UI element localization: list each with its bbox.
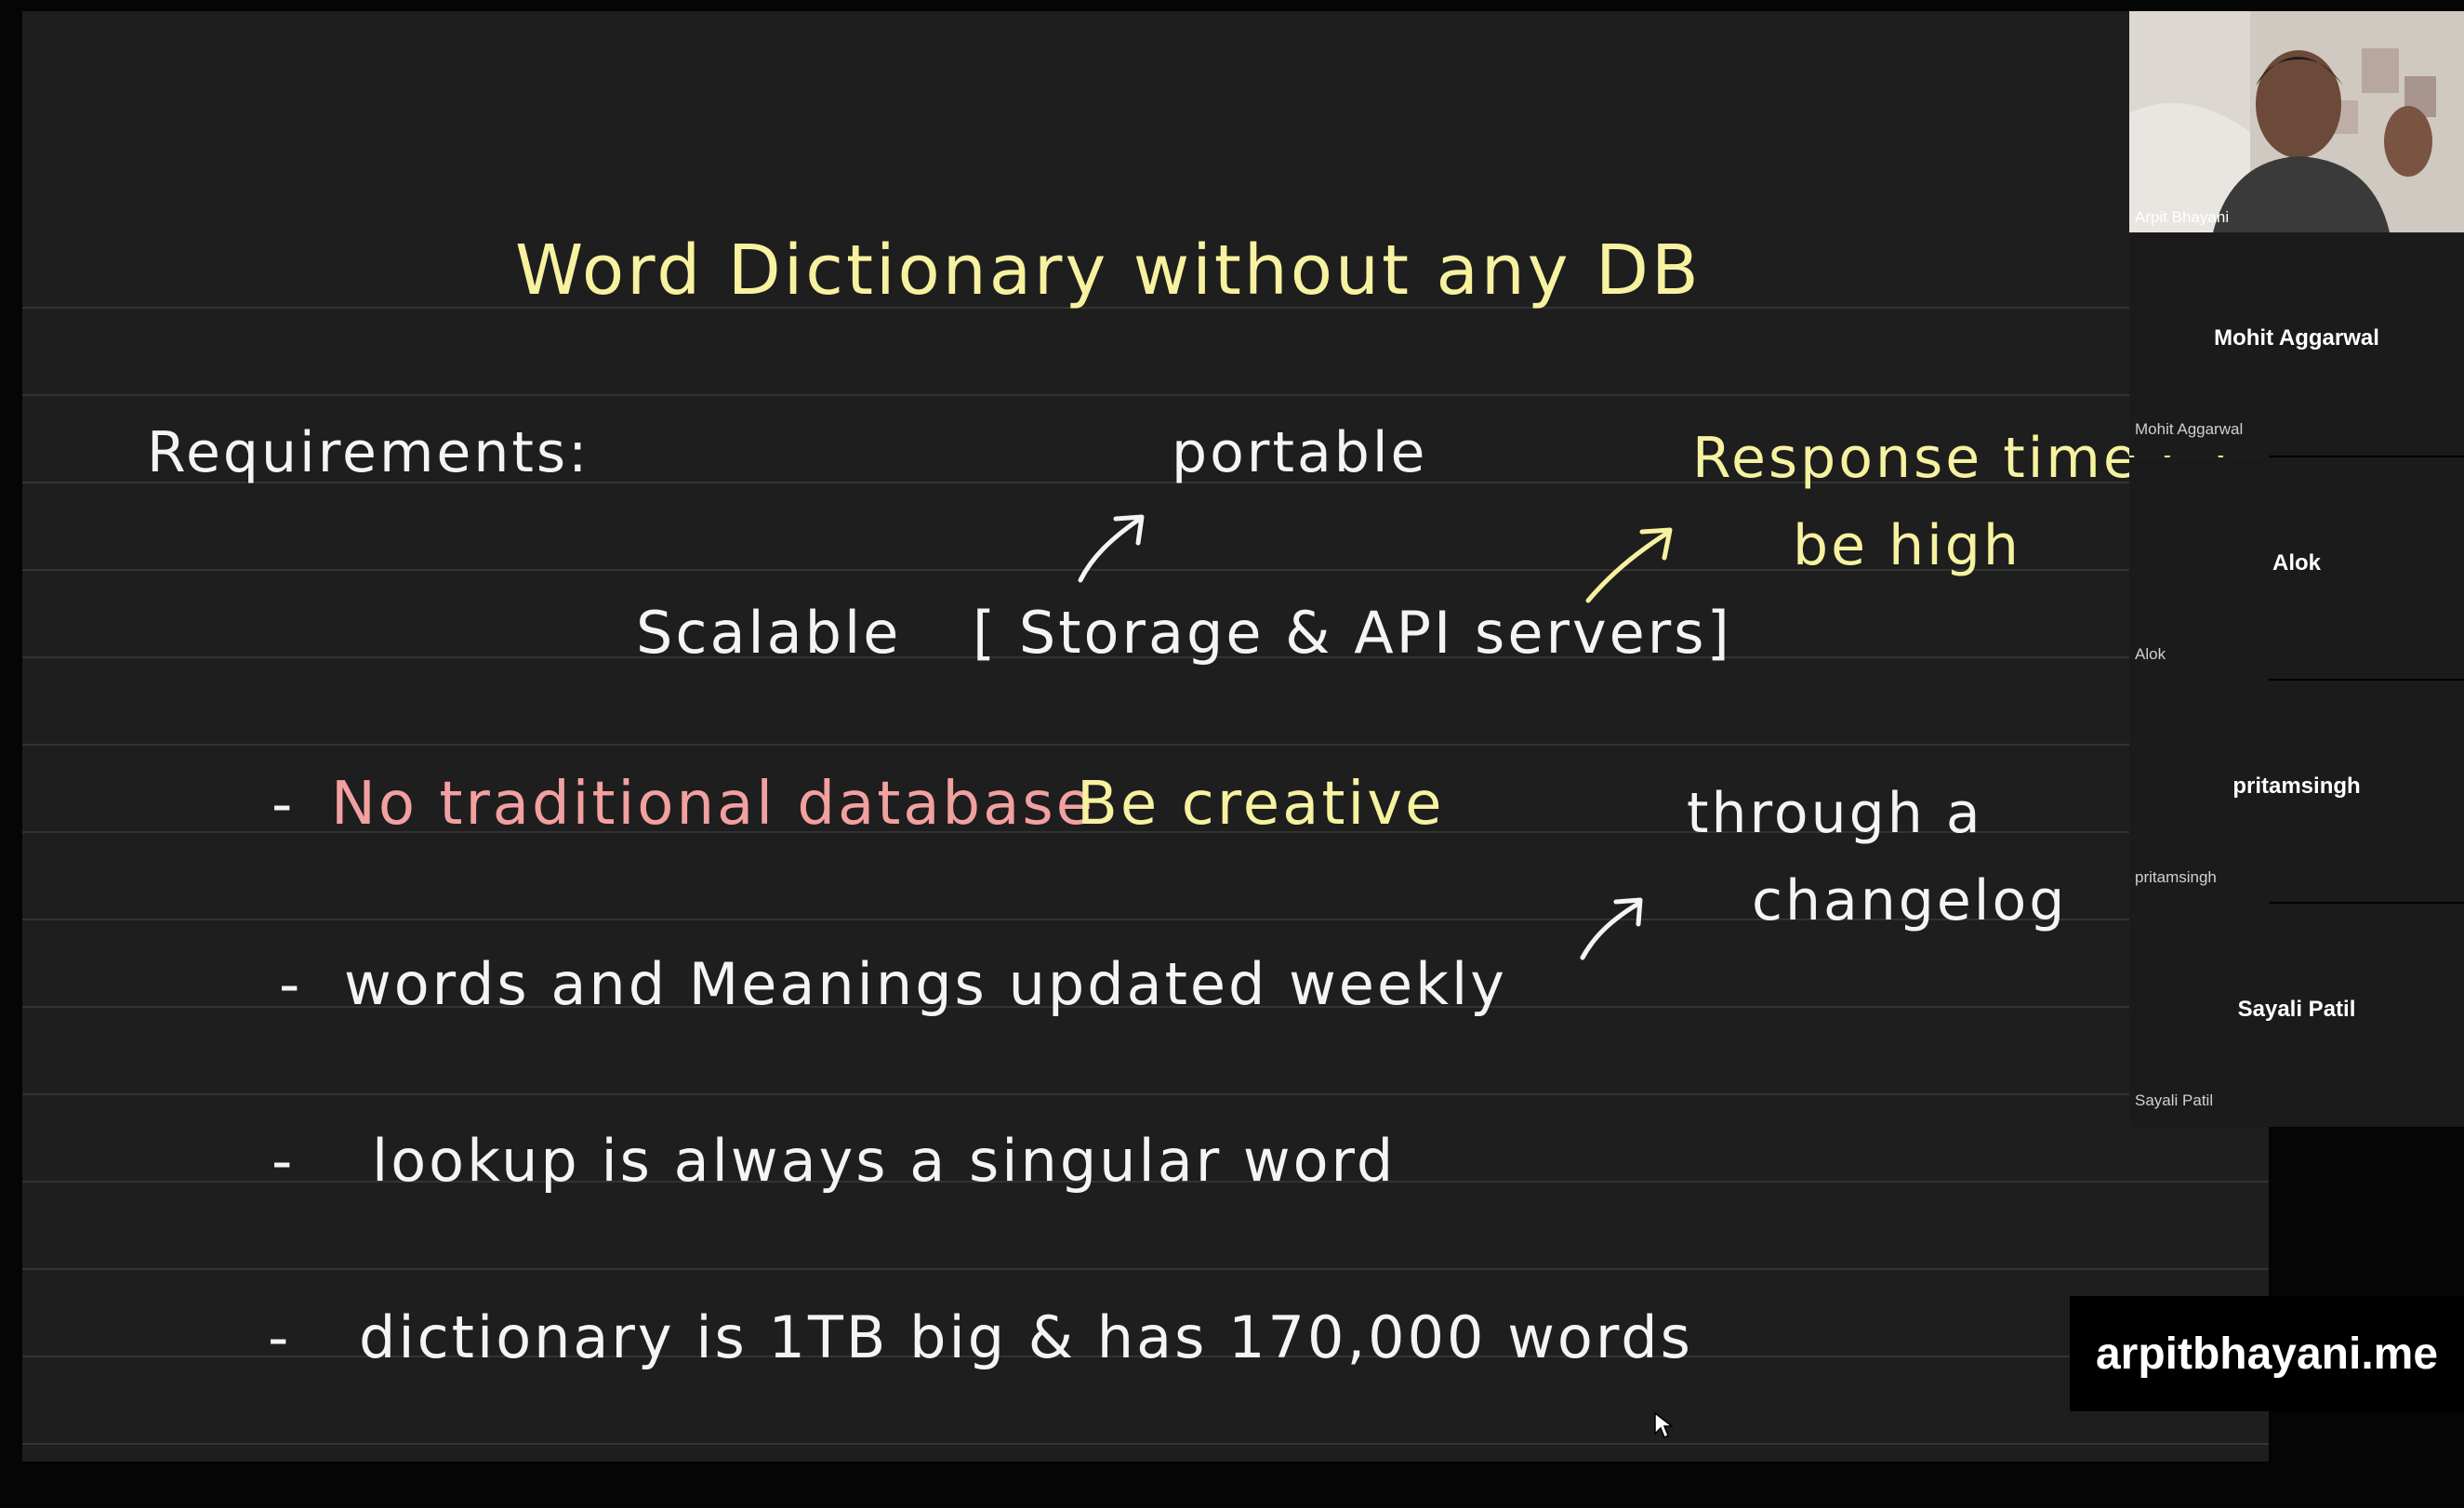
site-watermark: arpitbhayani.me	[2070, 1296, 2464, 1411]
participant-name: Alok	[2272, 550, 2321, 575]
mouse-pointer-icon	[1653, 1411, 1675, 1443]
participant-caption: Mohit Aggarwal	[2135, 420, 2244, 438]
annotation-response-line2: be high	[1793, 513, 2021, 578]
scalable-bracket-text: [ Storage & API servers]	[973, 599, 1732, 667]
participant-tile[interactable]: Alok Alok	[2129, 457, 2464, 681]
participant-name: pritamsingh	[2232, 774, 2361, 799]
bullet1-red-text: No traditional database	[331, 770, 1096, 839]
participant-caption: pritamsingh	[2135, 868, 2217, 886]
bullet-dash: -	[272, 1127, 296, 1195]
ruled-line	[22, 744, 2269, 746]
participants-panel: Arpit Bhayani Mohit Aggarwal Mohit Aggar…	[2129, 11, 2464, 1127]
bullet-dash: -	[268, 1303, 292, 1371]
annotation-portable: portable	[1172, 420, 1428, 485]
annotation-changelog-line1: through a	[1687, 781, 1983, 846]
bullet4-text: dictionary is 1TB big & has 170,000 word…	[359, 1303, 1693, 1371]
arrow-to-changelog-icon	[1575, 887, 1659, 965]
ruled-line	[22, 394, 2269, 396]
whiteboard-canvas[interactable]: Word Dictionary without any DB Requireme…	[22, 11, 2269, 1462]
ruled-line	[22, 1093, 2269, 1095]
participant-tile[interactable]: Mohit Aggarwal Mohit Aggarwal	[2129, 232, 2464, 456]
arrow-to-portable-icon	[1073, 502, 1157, 589]
bullet1-yellow-text: Be creative	[1077, 770, 1445, 839]
participant-tile[interactable]: Sayali Patil Sayali Patil	[2129, 904, 2464, 1127]
bullet-dash: -	[279, 950, 303, 1018]
bullet-dash: -	[272, 770, 296, 838]
participant-caption: Sayali Patil	[2135, 1091, 2214, 1109]
arrow-to-response-icon	[1581, 521, 1683, 608]
host-video-caption: Arpit Bhayani	[2135, 208, 2230, 226]
bullet3-text: lookup is always a singular word	[372, 1127, 1397, 1195]
requirements-label: Requirements:	[147, 420, 590, 485]
board-title: Word Dictionary without any DB	[515, 231, 1702, 311]
ruled-line	[22, 1268, 2269, 1270]
participant-name: Sayali Patil	[2237, 997, 2356, 1022]
participant-caption: Alok	[2135, 645, 2166, 663]
ruled-line	[22, 1443, 2269, 1445]
host-video-feed	[2129, 11, 2464, 232]
host-video-tile[interactable]: Arpit Bhayani	[2129, 11, 2464, 232]
participant-name: Mohit Aggarwal	[2214, 325, 2379, 351]
scalable-text: Scalable	[636, 599, 902, 667]
annotation-changelog-line2: changelog	[1752, 868, 2068, 933]
bullet2-text: words and Meanings updated weekly	[344, 950, 1507, 1018]
participant-tile[interactable]: pritamsingh pritamsingh	[2129, 681, 2464, 904]
